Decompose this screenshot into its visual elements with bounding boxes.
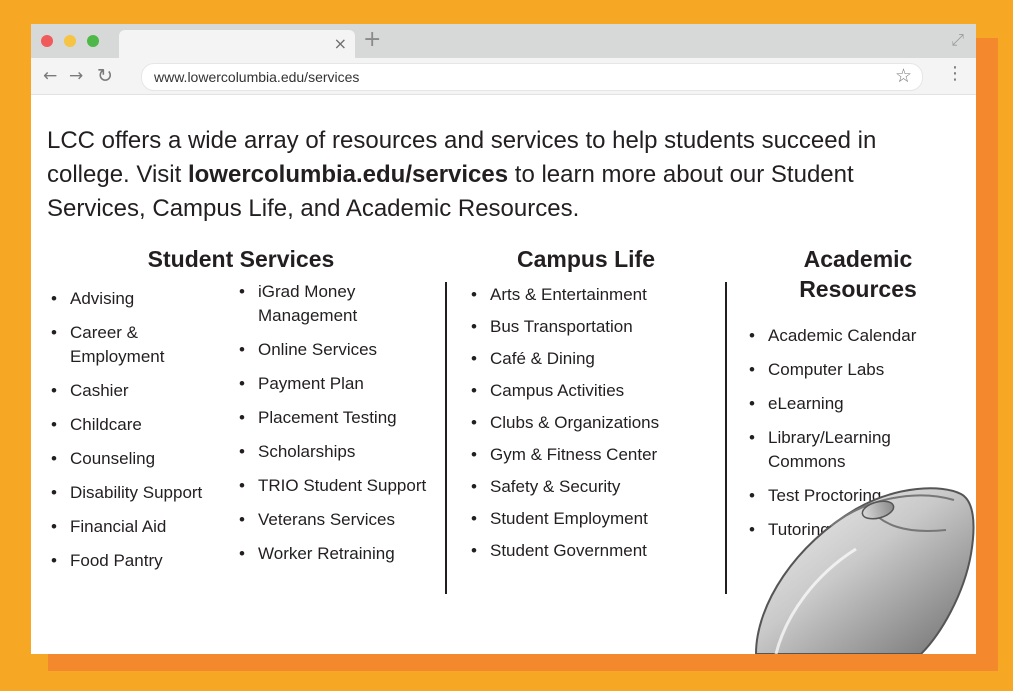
browser-toolbar: ← → ↻ www.lowercolumbia.edu/services ☆ ⋮: [31, 58, 976, 95]
student-services-item[interactable]: Disability Support: [51, 481, 221, 505]
browser-window: × + ⤢ ← → ↻ www.lowercolumbia.edu/servic…: [31, 24, 976, 654]
bookmark-star-icon[interactable]: ☆: [895, 65, 912, 87]
academic-resources-item[interactable]: eLearning: [749, 392, 959, 416]
menu-icon[interactable]: ⋮: [946, 64, 964, 84]
column-divider-1: [445, 282, 447, 594]
campus-life-item[interactable]: Student Government: [471, 539, 711, 563]
student-services-item[interactable]: Counseling: [51, 447, 221, 471]
campus-life-item[interactable]: Student Employment: [471, 507, 711, 531]
back-icon[interactable]: ←: [43, 66, 57, 86]
tab-close-icon[interactable]: ×: [334, 34, 347, 54]
student-services-item[interactable]: Online Services: [239, 338, 429, 362]
student-services-list-right: iGrad Money Management Online Services Pay…: [239, 280, 429, 576]
academic-resources-item[interactable]: Computer Labs: [749, 358, 959, 382]
student-services-item[interactable]: Career & Employment: [51, 321, 221, 369]
maximize-window-button[interactable]: [87, 35, 99, 47]
academic-resources-item[interactable]: Academic Calendar: [749, 324, 959, 348]
student-services-item[interactable]: Veterans Services: [239, 508, 429, 532]
campus-life-item[interactable]: Clubs & Organizations: [471, 411, 711, 435]
student-services-item[interactable]: Financial Aid: [51, 515, 221, 539]
campus-life-list: Arts & Entertainment Bus Transportation Ca…: [471, 283, 711, 571]
address-bar[interactable]: www.lowercolumbia.edu/services ☆: [141, 63, 923, 91]
tab-bar: × + ⤢: [31, 24, 976, 58]
url-text[interactable]: www.lowercolumbia.edu/services: [154, 69, 359, 85]
student-services-item[interactable]: Cashier: [51, 379, 221, 403]
student-services-list-left: Advising Career & Employment Cashier Childc…: [51, 287, 221, 583]
intro-paragraph: LCC offers a wide array of resources and…: [47, 124, 917, 226]
academic-resources-title: Academic Resources: [799, 246, 917, 302]
forward-icon[interactable]: →: [69, 66, 83, 86]
close-window-button[interactable]: [41, 35, 53, 47]
fullscreen-icon[interactable]: ⤢: [951, 30, 964, 50]
services-link[interactable]: lowercolumbia.edu/services: [188, 161, 508, 188]
student-services-title: Student Services: [147, 246, 335, 272]
computer-mouse-icon: [754, 487, 975, 654]
student-services-item[interactable]: iGrad Money Management: [239, 280, 429, 328]
student-services-item[interactable]: Childcare: [51, 413, 221, 437]
new-tab-icon[interactable]: +: [363, 28, 381, 52]
student-services-item[interactable]: Placement Testing: [239, 406, 429, 430]
campus-life-item[interactable]: Campus Activities: [471, 379, 711, 403]
browser-tab[interactable]: ×: [119, 30, 355, 58]
student-services-item[interactable]: Food Pantry: [51, 549, 221, 573]
student-services-item[interactable]: TRIO Student Support: [239, 474, 429, 498]
reload-icon[interactable]: ↻: [97, 66, 113, 86]
student-services-item[interactable]: Advising: [51, 287, 221, 311]
campus-life-item[interactable]: Café & Dining: [471, 347, 711, 371]
campus-life-item[interactable]: Bus Transportation: [471, 315, 711, 339]
campus-life-item[interactable]: Safety & Security: [471, 475, 711, 499]
student-services-item[interactable]: Worker Retraining: [239, 542, 429, 566]
minimize-window-button[interactable]: [64, 35, 76, 47]
campus-life-title: Campus Life: [516, 246, 656, 272]
campus-life-item[interactable]: Gym & Fitness Center: [471, 443, 711, 467]
campus-life-item[interactable]: Arts & Entertainment: [471, 283, 711, 307]
student-services-item[interactable]: Payment Plan: [239, 372, 429, 396]
student-services-item[interactable]: Scholarships: [239, 440, 429, 464]
